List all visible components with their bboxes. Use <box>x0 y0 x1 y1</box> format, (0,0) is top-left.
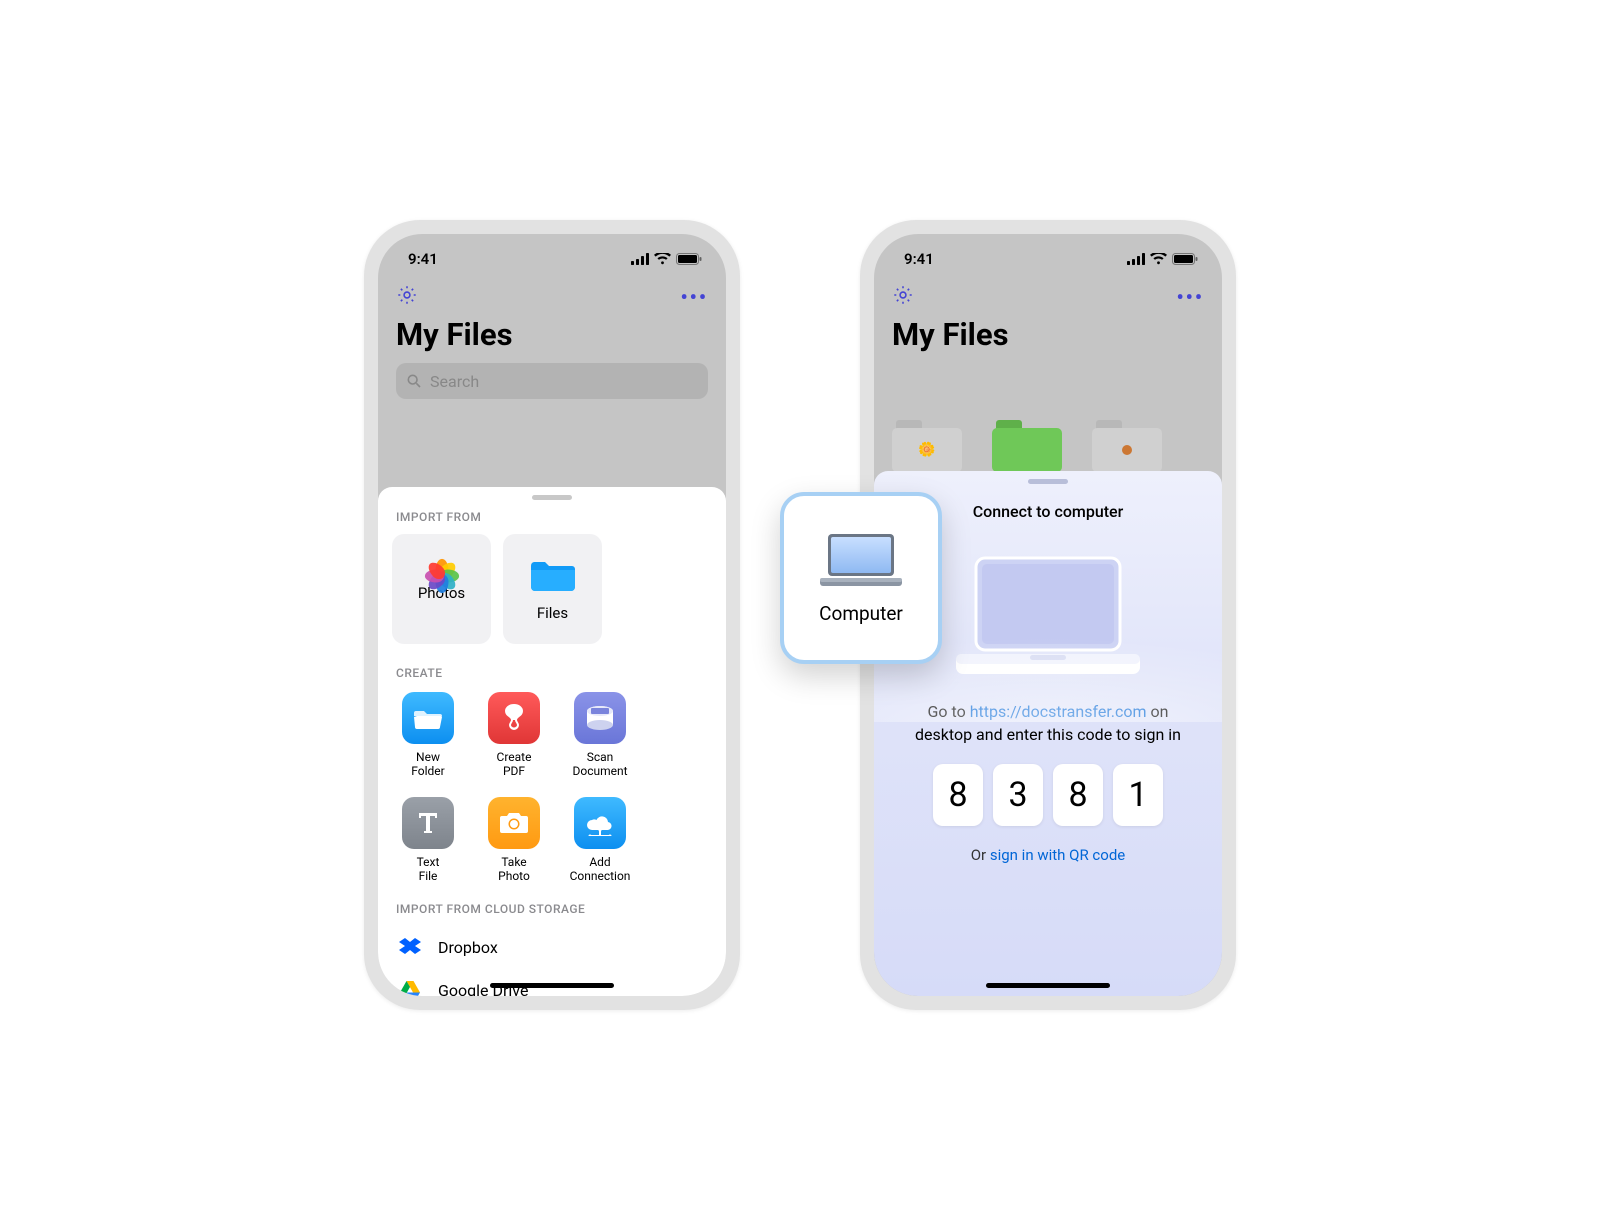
app-header: ••• My Files <box>874 278 1222 373</box>
folder-preview: 🌼 <box>874 420 1222 472</box>
import-computer-label: Computer <box>819 602 903 625</box>
import-photos[interactable]: Photos <box>392 534 491 644</box>
sheet-title: Connect to computer <box>912 502 1184 521</box>
page-title: My Files <box>396 316 708 353</box>
dropbox-icon <box>398 938 422 956</box>
import-computer-callout[interactable]: Computer <box>780 492 942 664</box>
search-input[interactable]: Search <box>396 363 708 399</box>
transfer-link[interactable]: https://docstransfer.com <box>970 702 1147 721</box>
cellular-icon <box>1127 253 1145 265</box>
cellular-icon <box>631 253 649 265</box>
status-time: 9:41 <box>904 250 934 268</box>
gear-icon <box>892 284 914 306</box>
create-item-label: New Folder <box>411 750 444 779</box>
status-icons <box>1127 253 1198 265</box>
cloud-dropbox[interactable]: Dropbox <box>392 926 712 969</box>
code-digit: 3 <box>993 764 1043 826</box>
import-section-label: IMPORT FROM <box>396 510 708 524</box>
status-bar: 9:41 <box>378 234 726 278</box>
screen: 9:41 <box>378 234 726 996</box>
create-section-label: CREATE <box>396 666 708 680</box>
create-add-connection[interactable]: Add Connection <box>568 797 632 884</box>
code-display: 8 3 8 1 <box>874 764 1222 826</box>
more-button[interactable]: ••• <box>680 285 708 309</box>
pdf-icon <box>501 703 527 733</box>
status-time: 9:41 <box>408 250 438 268</box>
laptop-hero <box>938 552 1158 682</box>
sheet-grabber[interactable] <box>1028 479 1068 484</box>
google-drive-icon <box>398 981 422 996</box>
import-files[interactable]: Files <box>503 534 602 644</box>
folder-open-icon <box>413 706 443 730</box>
create-item-label: Create PDF <box>497 750 532 779</box>
create-take-photo[interactable]: Take Photo <box>482 797 546 884</box>
folder-icon <box>1092 420 1162 472</box>
search-placeholder: Search <box>430 372 479 391</box>
create-new-folder[interactable]: New Folder <box>396 692 460 779</box>
settings-button[interactable] <box>396 284 418 310</box>
instruction-text: Go to https://docstransfer.com on deskto… <box>874 700 1222 746</box>
folder-icon <box>530 556 576 596</box>
create-item-label: Add Connection <box>570 855 631 884</box>
battery-icon <box>676 253 702 265</box>
sheet-grabber[interactable] <box>532 495 572 500</box>
gear-icon <box>396 284 418 306</box>
laptop-outline-icon <box>948 552 1148 682</box>
scanner-icon <box>585 705 615 731</box>
qr-signin-link[interactable]: sign in with QR code <box>990 846 1125 864</box>
text-icon <box>415 810 441 836</box>
create-item-label: Take Photo <box>498 855 530 884</box>
folder-icon: 🌼 <box>892 420 962 472</box>
create-pdf[interactable]: Create PDF <box>482 692 546 779</box>
home-indicator[interactable] <box>986 983 1110 988</box>
create-text-file[interactable]: Text File <box>396 797 460 884</box>
camera-icon <box>499 811 529 835</box>
page-title: My Files <box>892 316 1204 353</box>
settings-button[interactable] <box>892 284 914 310</box>
create-item-label: Text File <box>417 855 440 884</box>
alt-signin: Or sign in with QR code <box>874 846 1222 864</box>
create-scan-document[interactable]: Scan Document <box>568 692 632 779</box>
import-files-label: Files <box>537 604 568 622</box>
status-icons <box>631 253 702 265</box>
cloud-section-label: IMPORT FROM CLOUD STORAGE <box>396 902 708 916</box>
code-digit: 1 <box>1113 764 1163 826</box>
battery-icon <box>1172 253 1198 265</box>
cloud-network-icon <box>584 810 616 836</box>
create-item-label: Scan Document <box>572 750 627 779</box>
laptop-icon <box>818 532 904 588</box>
wifi-icon <box>1150 253 1167 265</box>
code-digit: 8 <box>1053 764 1103 826</box>
app-header: ••• My Files Search <box>378 278 726 409</box>
folder-icon <box>992 420 1062 472</box>
more-button[interactable]: ••• <box>1176 285 1204 309</box>
status-bar: 9:41 <box>874 234 1222 278</box>
search-icon <box>406 373 422 389</box>
import-sheet: IMPORT FROM <box>378 487 726 996</box>
phone-left: 9:41 <box>364 220 740 1010</box>
wifi-icon <box>654 253 671 265</box>
code-digit: 8 <box>933 764 983 826</box>
cloud-item-label: Dropbox <box>438 938 498 957</box>
home-indicator[interactable] <box>490 983 614 988</box>
